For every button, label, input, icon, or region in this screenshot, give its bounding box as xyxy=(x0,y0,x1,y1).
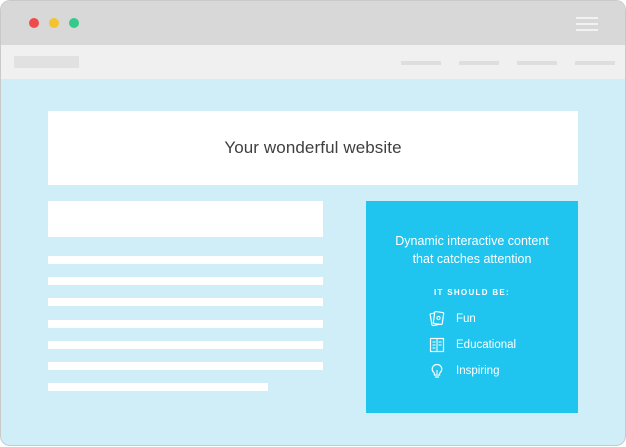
site-navbar xyxy=(1,45,625,79)
text-line-placeholder xyxy=(48,362,323,370)
logo-placeholder[interactable] xyxy=(14,56,79,68)
lightbulb-icon xyxy=(431,363,443,378)
nav-link-placeholder[interactable] xyxy=(575,61,615,65)
close-window-button[interactable] xyxy=(29,18,39,28)
list-item-label: Educational xyxy=(456,339,517,351)
title-bar xyxy=(1,1,625,45)
text-line-placeholder xyxy=(48,320,323,328)
browser-window: Your wonderful website Dynamic interacti… xyxy=(1,1,625,445)
content-heading-placeholder xyxy=(48,201,323,237)
interactive-content-card: Dynamic interactive content that catches… xyxy=(366,201,578,413)
menu-icon[interactable] xyxy=(576,17,598,31)
card-icon xyxy=(429,310,445,327)
hero-title: Your wonderful website xyxy=(224,138,402,157)
card-subheading: IT SHOULD BE: xyxy=(433,288,510,297)
nav-link-placeholder[interactable] xyxy=(517,61,557,65)
card-heading-line: Dynamic interactive content xyxy=(395,234,549,248)
text-line-placeholder xyxy=(48,277,323,285)
maximize-window-button[interactable] xyxy=(69,18,79,28)
list-item-label: Inspiring xyxy=(456,365,500,377)
card-heading-line: that catches attention xyxy=(412,252,532,266)
list-item-label: Fun xyxy=(456,313,476,325)
nav-link-placeholder[interactable] xyxy=(459,61,499,65)
nav-link-placeholder[interactable] xyxy=(401,61,441,65)
minimize-window-button[interactable] xyxy=(49,18,59,28)
card-heading: Dynamic interactive content that catches… xyxy=(366,232,578,268)
list-item-educational: Educational xyxy=(428,336,516,354)
book-icon xyxy=(429,337,445,353)
list-item-inspiring: Inspiring xyxy=(428,362,499,380)
list-item-fun: Fun xyxy=(428,310,476,328)
text-line-placeholder xyxy=(48,298,323,306)
text-line-placeholder xyxy=(48,341,323,349)
hero-banner: Your wonderful website xyxy=(48,111,578,185)
text-line-placeholder xyxy=(48,383,268,391)
text-line-placeholder xyxy=(48,256,323,264)
